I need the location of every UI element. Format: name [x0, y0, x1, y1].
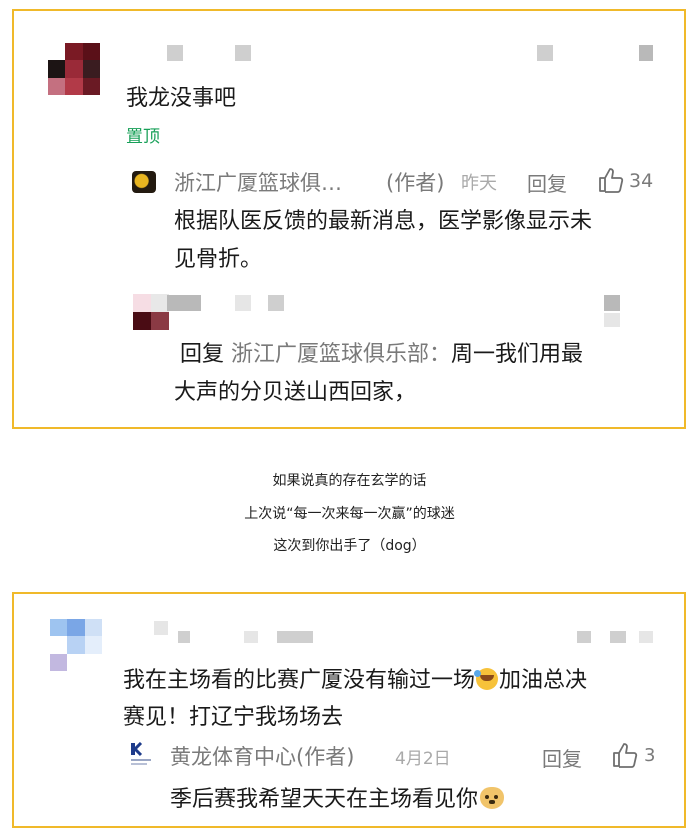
blurred-meta: [537, 45, 553, 61]
reply-text-line: 季后赛我希望天天在主场看见你: [170, 782, 505, 817]
club-avatar[interactable]: [132, 171, 156, 193]
reply-author[interactable]: 黄龙体育中心(作者): [170, 741, 354, 771]
top-comment-line1: 我在主场看的比赛广厦没有输过一场 加油总决: [123, 662, 587, 694]
blurred-username: [244, 631, 258, 643]
reply-time: 4月2日: [395, 749, 451, 769]
reply-button[interactable]: 回复: [542, 743, 582, 772]
blurred-username: [277, 631, 313, 643]
top-comment-text-tail: 加油总决: [499, 668, 588, 693]
blurred-meta: [577, 631, 591, 643]
top-comment-line2: 赛见！打辽宁我场场去: [123, 705, 344, 730]
laughing-crying-emoji-icon: [474, 668, 499, 690]
huanglong-logo-avatar[interactable]: [130, 741, 152, 768]
top-comment-text: 我龙没事吧: [126, 86, 237, 111]
caption-line-1: 如果说真的存在玄学的话: [272, 473, 427, 489]
reply-target[interactable]: 浙江广厦篮球俱乐部：: [231, 342, 451, 367]
like-count: 3: [644, 745, 656, 766]
blurred-username: [167, 45, 183, 61]
reply-text-line1: 根据队医反馈的最新消息，医学影像显示未: [174, 209, 593, 234]
reply-2-text: 周一我们用最: [451, 342, 584, 367]
thumbs-up-icon[interactable]: [611, 741, 639, 769]
reply-2-line1: 回复 浙江广厦篮球俱乐部：周一我们用最: [180, 337, 583, 372]
blurred-meta: [639, 631, 653, 643]
reply-time: 昨天: [461, 173, 497, 194]
blurred-username: [235, 295, 251, 311]
top-comment-text: 我在主场看的比赛广厦没有输过一场: [123, 668, 476, 693]
blurred-meta: [639, 45, 653, 61]
blurred-username: [178, 631, 190, 643]
doge-emoji-icon: [480, 787, 505, 809]
blurred-username: [235, 45, 251, 61]
caption-line-2: 上次说“每一次来每一次赢”的球迷: [244, 506, 455, 522]
reply-2-line2: 大声的分贝送山西回家，: [174, 380, 417, 405]
user-avatar-pixelated[interactable]: [133, 294, 169, 330]
blurred-meta: [604, 295, 620, 311]
blurred-username: [154, 621, 168, 635]
pinned-label: 置顶: [126, 127, 160, 147]
reply-text-line2: 见骨折。: [174, 247, 263, 272]
blurred-meta: [610, 631, 626, 643]
caption-line-3: 这次到你出手了（dog）: [273, 538, 426, 554]
blurred-meta: [604, 313, 620, 327]
like-count: 34: [629, 170, 654, 192]
blurred-username: [268, 295, 284, 311]
reply-author[interactable]: 浙江广厦篮球俱…: [174, 167, 342, 197]
reply-button[interactable]: 回复: [527, 168, 567, 197]
thumbs-up-icon[interactable]: [597, 166, 625, 194]
reply-text: 季后赛我希望天天在主场看见你: [170, 787, 479, 812]
comment-card-2: 我在主场看的比赛广厦没有输过一场 加油总决 赛见！打辽宁我场场去 黄龙体育中心(作…: [12, 592, 686, 828]
reply-prefix[interactable]: 回复: [180, 342, 224, 367]
user-avatar-pixelated[interactable]: [50, 619, 102, 671]
comment-card-1: 我龙没事吧 置顶 浙江广厦篮球俱… (作者) 昨天 回复 34 根据队医反馈的最…: [12, 9, 686, 429]
user-avatar-pixelated[interactable]: [48, 43, 100, 95]
blurred-username: [167, 295, 201, 311]
author-tag: (作者): [386, 171, 445, 195]
